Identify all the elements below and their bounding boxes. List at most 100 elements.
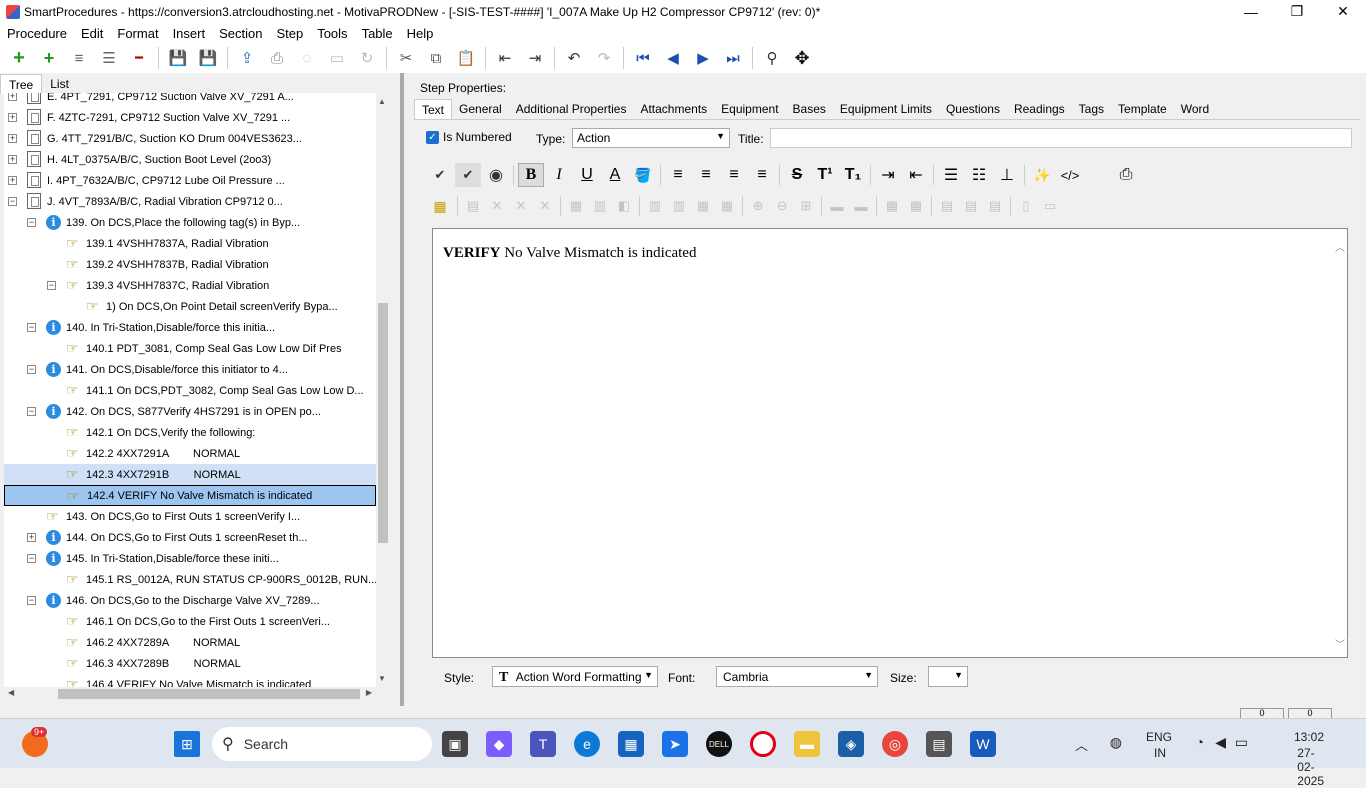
tree-row[interactable]: ☞ 146.4 VERIFY No Valve Mismatch is indic… — [4, 674, 376, 687]
tab-text[interactable]: Text — [414, 99, 453, 119]
menu-edit[interactable]: Edit — [74, 26, 110, 41]
pane-splitter[interactable] — [400, 73, 404, 708]
list-icon[interactable]: ≡ — [67, 46, 91, 70]
scroll-left-icon[interactable]: ◀ — [8, 688, 14, 697]
insert-line-icon[interactable]: ⊥ — [994, 163, 1020, 187]
refresh-icon[interactable]: ◌ — [295, 46, 319, 70]
menu-table[interactable]: Table — [355, 26, 400, 41]
expand-icon[interactable]: + — [8, 134, 17, 143]
tree-row[interactable]: ☞ 142.4 VERIFY No Valve Mismatch is indic… — [4, 485, 376, 506]
print-preview-icon[interactable]: ⎙ — [1113, 163, 1139, 187]
magic-wand-icon[interactable]: ✨ — [1029, 163, 1055, 187]
fill-color-icon[interactable]: 🪣 — [630, 163, 656, 187]
clock-date[interactable]: 27-02-2025 — [1297, 746, 1324, 788]
teams-icon[interactable]: T — [530, 731, 556, 757]
expand-icon[interactable]: + — [8, 155, 17, 164]
tree-row[interactable]: + F. 4ZTC-7291, CP9712 Suction Valve XV_7… — [4, 107, 376, 128]
dell-icon[interactable]: DELL — [706, 731, 732, 757]
menu-procedure[interactable]: Procedure — [0, 26, 74, 41]
indent-icon[interactable]: ⇥ — [523, 46, 547, 70]
tree-row[interactable]: ☞ 146.1 On DCS,Go to the First Outs 1 scr… — [4, 611, 376, 632]
copy-icon[interactable]: ⧉ — [424, 46, 448, 70]
cut-icon[interactable]: ✂ — [394, 46, 418, 70]
menu-insert[interactable]: Insert — [166, 26, 213, 41]
save-icon[interactable]: 💾 — [196, 46, 220, 70]
decrease-indent-icon[interactable]: ⇤ — [903, 163, 929, 187]
publish-icon[interactable]: ⇪ — [235, 46, 259, 70]
superscript-icon[interactable]: T¹ — [812, 163, 838, 187]
collapse-icon[interactable]: − — [27, 323, 36, 332]
justify-icon[interactable]: ≡ — [749, 163, 775, 187]
tab-tags[interactable]: Tags — [1072, 99, 1111, 119]
chevron-down-icon[interactable]: ﹀ — [1335, 636, 1345, 651]
menu-tools[interactable]: Tools — [310, 26, 354, 41]
expand-icon[interactable]: + — [8, 176, 17, 185]
region-label[interactable]: IN — [1154, 746, 1166, 760]
outdent-icon[interactable]: ⇤ — [493, 46, 517, 70]
tree-row[interactable]: − i 139. On DCS,Place the following tag(s)… — [4, 212, 376, 233]
tree-row[interactable]: − i 141. On DCS,Disable/force this initiat… — [4, 359, 376, 380]
volume-icon[interactable]: ◀ — [1215, 734, 1226, 751]
tree-row[interactable]: ☞ 139.2 4VSHH7837B, Radial Vibration — [4, 254, 376, 275]
undo-icon[interactable]: ↶ — [562, 46, 586, 70]
font-color-icon[interactable]: A — [602, 163, 628, 187]
tree-row[interactable]: ☞ 142.3 4XX7291B NORMAL — [4, 464, 376, 485]
align-right-icon[interactable]: ≡ — [721, 163, 747, 187]
tree-row[interactable]: + H. 4LT_0375A/B/C, Suction Boot Level (2… — [4, 149, 376, 170]
tree-vertical-scrollbar[interactable]: ▲ ▼ — [376, 93, 390, 687]
tree-row[interactable]: ☞ 139.1 4VSHH7837A, Radial Vibration — [4, 233, 376, 254]
powerautomate-icon[interactable]: ➤ — [662, 731, 688, 757]
numbered-list-icon[interactable]: ☷ — [966, 163, 992, 187]
word-icon[interactable]: W — [970, 731, 996, 757]
tab-template[interactable]: Template — [1111, 99, 1174, 119]
spellcheck-auto-icon[interactable]: ✔ — [455, 163, 481, 187]
chevron-up-icon[interactable]: ︿ — [1075, 735, 1088, 754]
step-text-editor[interactable]: VERIFY No Valve Mismatch is indicated ︿ … — [432, 228, 1348, 658]
remote-desktop-icon[interactable]: ▤ — [926, 731, 952, 757]
move-icon[interactable]: ✥ — [790, 46, 814, 70]
bold-icon[interactable]: B — [518, 163, 544, 187]
wifi-icon[interactable]: ◔ — [1196, 734, 1204, 750]
tab-word[interactable]: Word — [1174, 99, 1216, 119]
html-source-icon[interactable]: </> — [1057, 163, 1083, 187]
expand-icon[interactable]: + — [27, 533, 36, 542]
menu-section[interactable]: Section — [212, 26, 269, 41]
collapse-icon[interactable]: − — [27, 218, 36, 227]
tree-row[interactable]: − i 146. On DCS,Go to the Discharge Valve … — [4, 590, 376, 611]
scroll-thumb[interactable] — [378, 303, 388, 543]
tree-row[interactable]: ☞ 146.2 4XX7289A NORMAL — [4, 632, 376, 653]
tree-row[interactable]: − i 142. On DCS, S877Verify 4HS7291 is in … — [4, 401, 376, 422]
add-substep-icon[interactable]: + — [37, 46, 61, 70]
tree-row[interactable]: ☞ 140.1 PDT_3081, Comp Seal Gas Low Low D… — [4, 338, 376, 359]
chrome-icon[interactable]: ◎ — [882, 731, 908, 757]
cycle-icon[interactable]: ↻ — [355, 46, 379, 70]
tree-row[interactable]: − i 145. In Tri-Station,Disable/force thes… — [4, 548, 376, 569]
tree-row[interactable]: ☞ 146.3 4XX7289B NORMAL — [4, 653, 376, 674]
edge-icon[interactable]: e — [574, 731, 600, 757]
is-numbered-checkbox[interactable]: ✓ Is Numbered — [426, 130, 512, 144]
italic-icon[interactable]: I — [546, 163, 572, 187]
tree-row[interactable]: + G. 4TT_7291/B/C, Suction KO Drum 004VES… — [4, 128, 376, 149]
tab-equipment-limits[interactable]: Equipment Limits — [833, 99, 939, 119]
subscript-icon[interactable]: T₁ — [840, 163, 866, 187]
maximize-button[interactable]: ❐ — [1274, 0, 1320, 23]
editor-content[interactable]: VERIFY No Valve Mismatch is indicated — [443, 245, 696, 262]
clock-time[interactable]: 13:02 — [1294, 730, 1324, 744]
tab-equipment[interactable]: Equipment — [714, 99, 785, 119]
preview-icon[interactable]: ▭ — [325, 46, 349, 70]
scroll-right-icon[interactable]: ▶ — [366, 688, 372, 697]
align-center-icon[interactable]: ≡ — [693, 163, 719, 187]
type-select[interactable]: Action ▼ — [572, 128, 730, 148]
title-input[interactable] — [770, 128, 1352, 148]
chevron-up-icon[interactable]: ︿ — [1335, 239, 1345, 254]
underline-icon[interactable]: U — [574, 163, 600, 187]
collapse-icon[interactable]: − — [47, 281, 56, 290]
paste-icon[interactable]: 📋 — [454, 46, 478, 70]
align-left-icon[interactable]: ≡ — [665, 163, 691, 187]
outline-icon[interactable]: ☰ — [97, 46, 121, 70]
redo-icon[interactable]: ↷ — [592, 46, 616, 70]
copilot-icon[interactable]: ◆ — [486, 731, 512, 757]
print-icon[interactable]: ⎙ — [265, 46, 289, 70]
network-icon[interactable]: ◍ — [1110, 734, 1122, 751]
collapse-icon[interactable]: − — [27, 407, 36, 416]
